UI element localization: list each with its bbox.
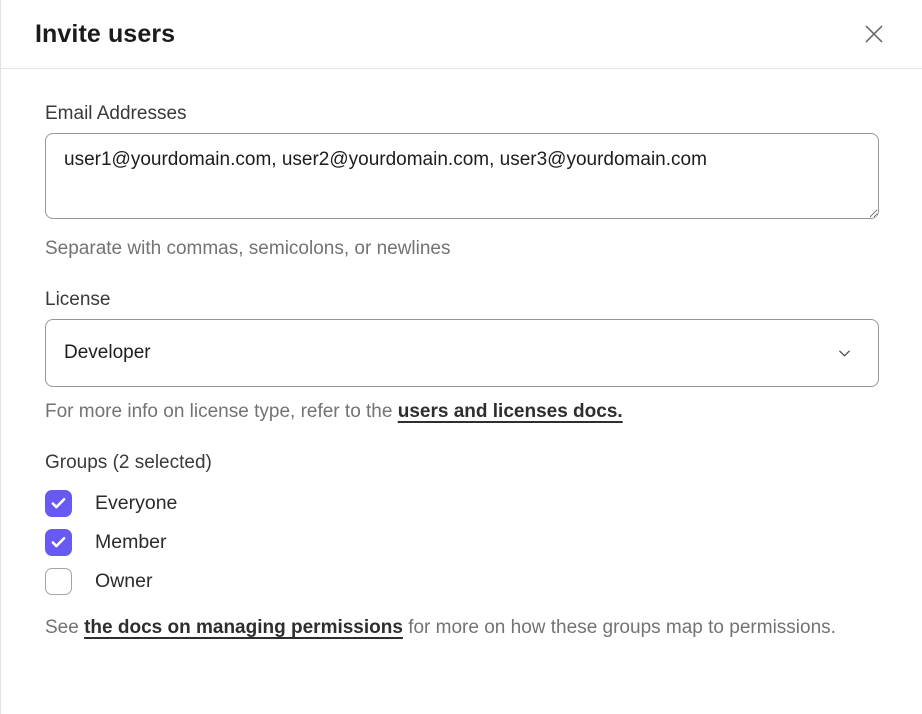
- email-helper-text: Separate with commas, semicolons, or new…: [45, 234, 878, 263]
- invite-users-modal: Invite users Email Addresses user1@yourd…: [1, 0, 922, 642]
- email-addresses-input[interactable]: user1@yourdomain.com, user2@yourdomain.c…: [45, 133, 879, 219]
- group-option-label: Everyone: [95, 492, 177, 515]
- license-select[interactable]: Developer: [45, 319, 879, 387]
- users-licenses-docs-link[interactable]: users and licenses docs.: [398, 401, 623, 422]
- close-button[interactable]: [858, 18, 890, 50]
- license-label: License: [45, 289, 878, 311]
- group-option-owner[interactable]: Owner: [45, 568, 152, 595]
- license-helper-text: For more info on license type, refer to …: [45, 397, 878, 426]
- modal-title: Invite users: [35, 20, 175, 49]
- chevron-down-icon: [837, 346, 852, 361]
- checkmark-icon: [50, 495, 67, 512]
- groups-helper-text: See the docs on managing permissions for…: [45, 613, 878, 642]
- group-option-everyone[interactable]: Everyone: [45, 490, 177, 517]
- license-helper-prefix: For more info on license type, refer to …: [45, 401, 398, 422]
- email-section: Email Addresses user1@yourdomain.com, us…: [45, 103, 878, 263]
- email-addresses-label: Email Addresses: [45, 103, 878, 125]
- groups-label: Groups (2 selected): [45, 452, 878, 474]
- license-selected-value: Developer: [64, 342, 151, 364]
- checkbox-checked[interactable]: [45, 490, 72, 517]
- license-section: License Developer For more info on licen…: [45, 289, 878, 426]
- groups-section: Groups (2 selected) EveryoneMemberOwner …: [45, 452, 878, 642]
- managing-permissions-docs-link[interactable]: the docs on managing permissions: [84, 617, 403, 638]
- modal-header: Invite users: [1, 0, 922, 69]
- group-option-member[interactable]: Member: [45, 529, 167, 556]
- groups-helper-suffix: for more on how these groups map to perm…: [403, 617, 836, 638]
- close-icon: [861, 21, 887, 47]
- group-option-label: Member: [95, 531, 167, 554]
- checkmark-icon: [50, 534, 67, 551]
- checkbox-unchecked[interactable]: [45, 568, 72, 595]
- checkbox-checked[interactable]: [45, 529, 72, 556]
- groups-helper-prefix: See: [45, 617, 84, 638]
- modal-body: Email Addresses user1@yourdomain.com, us…: [1, 69, 922, 642]
- groups-list: Everyone Member Owner: [45, 490, 878, 595]
- group-option-label: Owner: [95, 570, 152, 593]
